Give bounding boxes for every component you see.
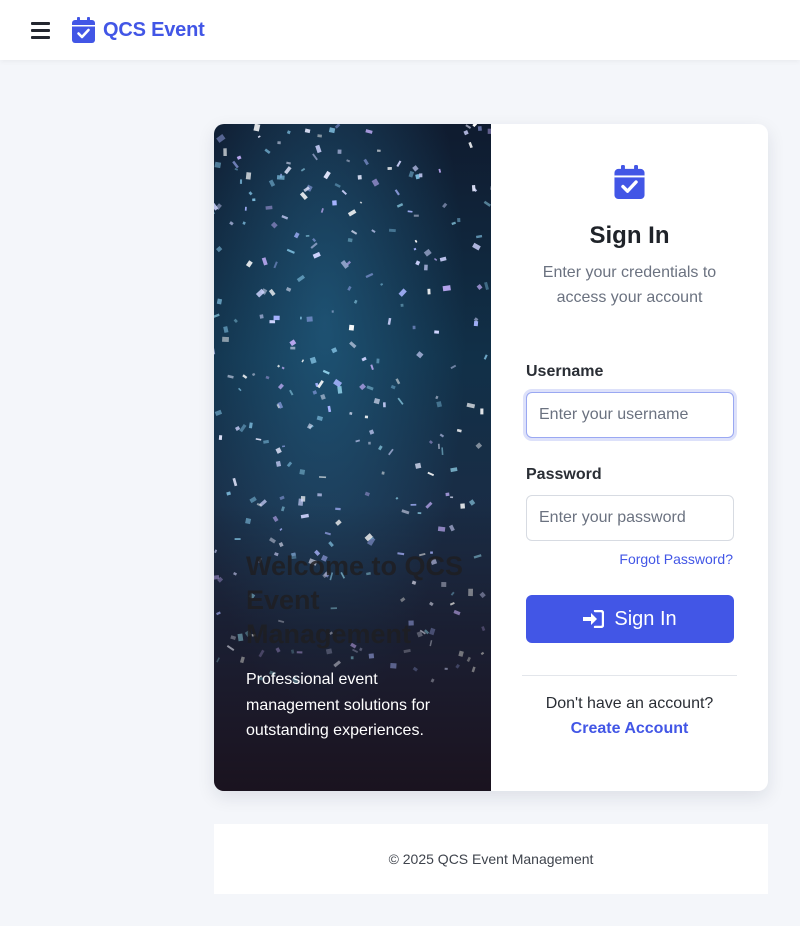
hero-subtitle: Professional event management solutions … xyxy=(246,671,431,739)
sign-in-arrow-icon xyxy=(583,610,605,628)
sign-in-button[interactable]: Sign In xyxy=(526,595,734,643)
hamburger-menu-icon[interactable] xyxy=(31,22,50,39)
top-navbar: QCS Event xyxy=(0,0,800,60)
username-label: Username xyxy=(526,363,604,380)
form-subtitle: Enter your credentials to access your ac… xyxy=(542,264,717,306)
brand-link[interactable]: QCS Event xyxy=(72,16,205,44)
brand-name: QCS Event xyxy=(103,18,205,41)
username-input[interactable] xyxy=(526,392,734,438)
sign-in-button-label: Sign In xyxy=(614,607,677,630)
forgot-password-link[interactable]: Forgot Password? xyxy=(619,551,733,567)
page-footer: © 2025 QCS Event Management xyxy=(214,824,768,894)
copyright-text: © 2025 QCS Event Management xyxy=(388,851,594,867)
hero-title: Welcome to QCS Event Management xyxy=(246,551,464,649)
password-label: Password xyxy=(526,466,602,483)
divider xyxy=(522,675,737,676)
hero-panel: Welcome to QCS Event Management Professi… xyxy=(214,124,491,791)
create-account-link[interactable]: Create Account xyxy=(491,720,768,738)
calendar-check-icon xyxy=(72,17,95,43)
no-account-text: Don't have an account? xyxy=(545,695,714,712)
password-input[interactable] xyxy=(526,495,734,541)
sign-in-form: Sign In Enter your credentials to access… xyxy=(491,124,768,791)
calendar-check-icon xyxy=(614,165,645,199)
form-title: Sign In xyxy=(589,222,670,249)
login-card: Welcome to QCS Event Management Professi… xyxy=(214,124,768,791)
